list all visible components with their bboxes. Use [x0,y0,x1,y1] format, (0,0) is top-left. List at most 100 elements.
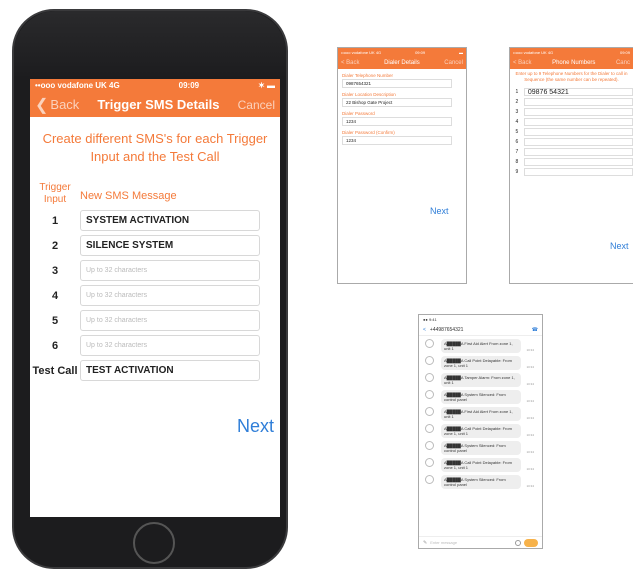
attach-icon[interactable]: ✎ [423,540,427,546]
message-bubble: A█████A First Aid Alert From zone 1, uni… [425,339,534,353]
back-button[interactable]: ❮ Back [35,95,79,115]
trigger-number: 1 [51,214,59,227]
phone-number-rows: 1 09876 54321 2 3 4 5 6 7 8 9 [510,87,633,177]
phone-icon[interactable]: ☎ [532,327,538,333]
trigger-number: 5 [51,314,59,327]
trigger-input-header: Trigger Input [39,182,71,205]
message-time: 10:34 [526,467,534,471]
phone-number-input[interactable] [523,158,633,166]
message-time: 10:34 [526,399,534,403]
phones-cancel-button[interactable]: Canc [616,60,630,66]
sms-message-input[interactable]: Up to 32 characters [80,285,260,306]
message-time: 10:34 [526,416,534,420]
avatar-icon [425,441,434,450]
dialer-field-label: Dialer Location Description [342,92,396,97]
dialer-cancel-button[interactable]: Cancel [444,60,463,66]
phone-number-row: 2 [510,97,633,107]
message-list: A█████A First Aid Alert From zone 1, uni… [419,336,542,489]
phone-number-input[interactable]: 09876 54321 [523,88,633,96]
home-button[interactable] [133,522,175,564]
phone-top-bezel [14,11,286,79]
cancel-button[interactable]: Cancel [238,98,275,112]
phone-row-index: 5 [515,129,519,135]
table-header: Trigger Input New SMS Message [30,182,280,206]
message-text: A█████A First Aid Alert From zone 1, uni… [444,341,513,351]
sms-message-input[interactable]: Up to 32 characters [80,310,260,331]
sms-row: Test Call TEST ACTIVATION [30,358,280,383]
sms-message-input[interactable]: SYSTEM ACTIVATION [80,210,260,231]
phones-title: Phone Numbers [552,60,596,66]
phones-nav-bar: < Back Phone Numbers Canc [510,57,633,69]
message-time: 10:34 [526,433,534,437]
dialer-time: 09:09 [415,50,426,55]
dialer-title: Dialer Details [384,60,420,66]
intro-text: Create different SMS's for each Trigger … [42,131,268,164]
sms-message-input[interactable]: Up to 32 characters [80,260,260,281]
phone-number-row: 5 [510,127,633,137]
phone-numbers-screen: ••ooo vodafone UK 4G 09:09 < Back Phone … [509,47,633,284]
sms-row: 2 SILENCE SYSTEM [30,233,280,258]
dialer-field-input[interactable]: 0987654321 [342,79,452,88]
message-bubble: A█████A Tamper Alarm: From zone 1, unit … [425,373,534,387]
phone-row-index: 7 [515,149,519,155]
message-bubble: A█████A Call Point Delayable: From zone … [425,458,534,472]
phone-frame: ••ooo vodafone UK 4G 09:09 ✶ ▬ ❮ Back Tr… [12,9,288,569]
sms-message-input[interactable]: SILENCE SYSTEM [80,235,260,256]
phone-number-input[interactable] [523,98,633,106]
dialer-back-button[interactable]: < Back [341,60,360,66]
message-text: A█████A Call Point Delayable: From zone … [444,358,512,368]
dialer-field-input[interactable]: 22 Bishop Gate Project [342,98,452,107]
phones-carrier: ••ooo vodafone UK 4G [513,50,554,55]
avatar-icon [425,475,434,484]
phone-number-input[interactable] [523,168,633,176]
sms-message-input[interactable]: Up to 32 characters [80,335,260,356]
phone-number-input[interactable] [523,118,633,126]
sms-row: 5 Up to 32 characters [30,308,280,333]
next-button[interactable]: Next [237,416,274,437]
sms-message-input[interactable]: TEST ACTIVATION [80,360,260,381]
phone-number-input[interactable] [523,138,633,146]
dialer-fields: Dialer Telephone Number 0987654321 Dialer … [338,73,466,145]
phone-row-index: 8 [515,159,519,165]
phone-number-row: 8 [510,157,633,167]
phone-number-input[interactable] [523,148,633,156]
message-time: 10:34 [526,484,534,488]
sms-message-header: New SMS Message [80,190,177,202]
message-text: A█████A Tamper Alarm: From zone 1, unit … [444,375,515,385]
phones-next-button[interactable]: Next [610,241,629,251]
phones-back-button[interactable]: < Back [513,60,532,66]
message-text: A█████A Call Point Delayable: From zone … [444,460,512,470]
messages-status-bar: ●● 9:41 [423,317,437,322]
phone-number-row: 9 [510,167,633,177]
message-bubble: A█████A System Silenced: From control pa… [425,475,534,489]
phone-number-input[interactable] [523,128,633,136]
phone-row-index: 2 [515,99,519,105]
send-icon[interactable] [524,538,538,547]
avatar-icon [425,390,434,399]
avatar-icon [425,356,434,365]
dialer-carrier: ••ooo vodafone UK 4G [341,50,382,55]
trigger-number: Test Call [32,364,78,377]
dialer-next-button[interactable]: Next [430,206,449,216]
message-bubble: A█████A Call Point Delayable: From zone … [425,356,534,370]
avatar-icon [425,407,434,416]
sms-row: 3 Up to 32 characters [30,258,280,283]
dialer-field-label: Dialer Password [342,111,375,116]
phone-number-row: 1 09876 54321 [510,87,633,97]
dialer-field-input[interactable]: 1234 [342,136,452,145]
phone-row-index: 3 [515,109,519,115]
dialer-field-input[interactable]: 1234 [342,117,452,126]
avatar-icon [425,424,434,433]
battery-icon: ▬ [459,50,463,55]
battery-icon: ✶ ▬ [258,81,275,90]
phone-row-index: 6 [515,139,519,145]
message-text: A█████A Call Point Delayable: From zone … [444,426,512,436]
message-bubble: A█████A System Silenced: From control pa… [425,441,534,455]
mic-icon[interactable] [515,539,521,546]
avatar-icon [425,458,434,467]
phone-number-input[interactable] [523,108,633,116]
message-text: A█████A First Aid Alert From zone 1, uni… [444,409,513,419]
main-screen: ••ooo vodafone UK 4G 09:09 ✶ ▬ ❮ Back Tr… [30,79,280,517]
message-input[interactable]: Enter message [430,540,512,545]
trigger-number: 4 [51,289,59,302]
